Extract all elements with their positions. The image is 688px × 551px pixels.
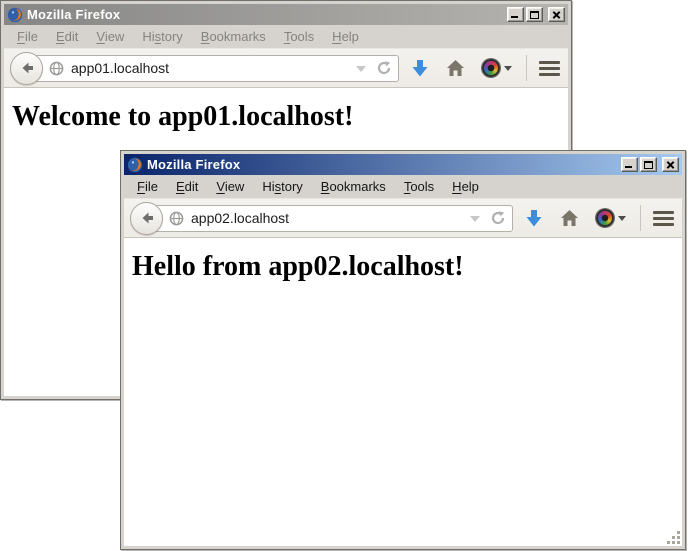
menu-item-edit[interactable]: Edit	[167, 176, 207, 197]
chevron-down-icon	[504, 66, 512, 71]
navigation-toolbar: app02.localhost	[124, 199, 682, 238]
reload-icon[interactable]	[376, 60, 392, 76]
maximize-icon[interactable]	[640, 157, 657, 172]
downloads-button[interactable]	[525, 209, 543, 228]
back-arrow-icon	[19, 60, 35, 76]
url-bar[interactable]: app01.localhost	[26, 55, 399, 82]
close-icon[interactable]	[662, 157, 679, 172]
downloads-button[interactable]	[411, 59, 429, 78]
back-arrow-icon	[139, 210, 155, 226]
search-engine-button[interactable]	[482, 59, 512, 77]
urlbar-dropdown-icon[interactable]	[470, 216, 480, 222]
window-title: Mozilla Firefox	[147, 157, 621, 172]
menu-bar: FileEditViewHistoryBookmarksToolsHelp	[4, 25, 568, 49]
home-button[interactable]	[560, 209, 579, 227]
menu-item-view[interactable]: View	[207, 176, 253, 197]
menu-bar: FileEditViewHistoryBookmarksToolsHelp	[124, 175, 682, 199]
app-menu-button[interactable]	[653, 211, 674, 226]
menu-item-bookmarks[interactable]: Bookmarks	[312, 176, 395, 197]
minimize-icon[interactable]	[621, 157, 638, 172]
home-button[interactable]	[446, 59, 465, 77]
menu-item-help[interactable]: Help	[443, 176, 488, 197]
close-icon[interactable]	[548, 7, 565, 22]
menu-item-edit[interactable]: Edit	[47, 26, 87, 47]
firefox-icon	[7, 7, 23, 23]
url-text[interactable]: app02.localhost	[191, 210, 464, 226]
menu-item-file[interactable]: File	[8, 26, 47, 47]
download-arrow-icon	[525, 209, 543, 228]
color-wheel-icon	[596, 209, 614, 227]
page-heading: Hello from app02.localhost!	[132, 251, 682, 283]
reload-icon[interactable]	[490, 210, 506, 226]
urlbar-dropdown-icon[interactable]	[356, 66, 366, 72]
page-heading: Welcome to app01.localhost!	[12, 101, 568, 133]
menu-item-file[interactable]: File	[128, 176, 167, 197]
home-icon	[560, 209, 579, 227]
url-bar[interactable]: app02.localhost	[146, 205, 513, 232]
toolbar-separator	[526, 55, 527, 81]
browser-window-app02: Mozilla Firefox FileEditViewHistoryBookm…	[120, 150, 686, 550]
globe-icon[interactable]	[49, 61, 64, 76]
chevron-down-icon	[618, 216, 626, 221]
menu-item-history[interactable]: History	[253, 176, 311, 197]
resize-grip-icon[interactable]	[667, 531, 680, 544]
home-icon	[446, 59, 465, 77]
app-menu-button[interactable]	[539, 61, 560, 76]
title-bar[interactable]: Mozilla Firefox	[4, 4, 568, 25]
navigation-toolbar: app01.localhost	[4, 49, 568, 88]
page-content: Hello from app02.localhost!	[124, 238, 682, 546]
menu-item-view[interactable]: View	[87, 26, 133, 47]
minimize-icon[interactable]	[507, 7, 524, 22]
firefox-icon	[127, 157, 143, 173]
menu-item-tools[interactable]: Tools	[395, 176, 443, 197]
toolbar-separator	[640, 205, 641, 231]
globe-icon[interactable]	[169, 211, 184, 226]
title-bar[interactable]: Mozilla Firefox	[124, 154, 682, 175]
back-button[interactable]	[10, 52, 43, 85]
menu-item-tools[interactable]: Tools	[275, 26, 323, 47]
window-title: Mozilla Firefox	[27, 7, 507, 22]
menu-item-bookmarks[interactable]: Bookmarks	[192, 26, 275, 47]
search-engine-button[interactable]	[596, 209, 626, 227]
url-text[interactable]: app01.localhost	[71, 60, 350, 76]
menu-item-help[interactable]: Help	[323, 26, 368, 47]
color-wheel-icon	[482, 59, 500, 77]
menu-item-history[interactable]: History	[133, 26, 191, 47]
back-button[interactable]	[130, 202, 163, 235]
download-arrow-icon	[411, 59, 429, 78]
maximize-icon[interactable]	[526, 7, 543, 22]
